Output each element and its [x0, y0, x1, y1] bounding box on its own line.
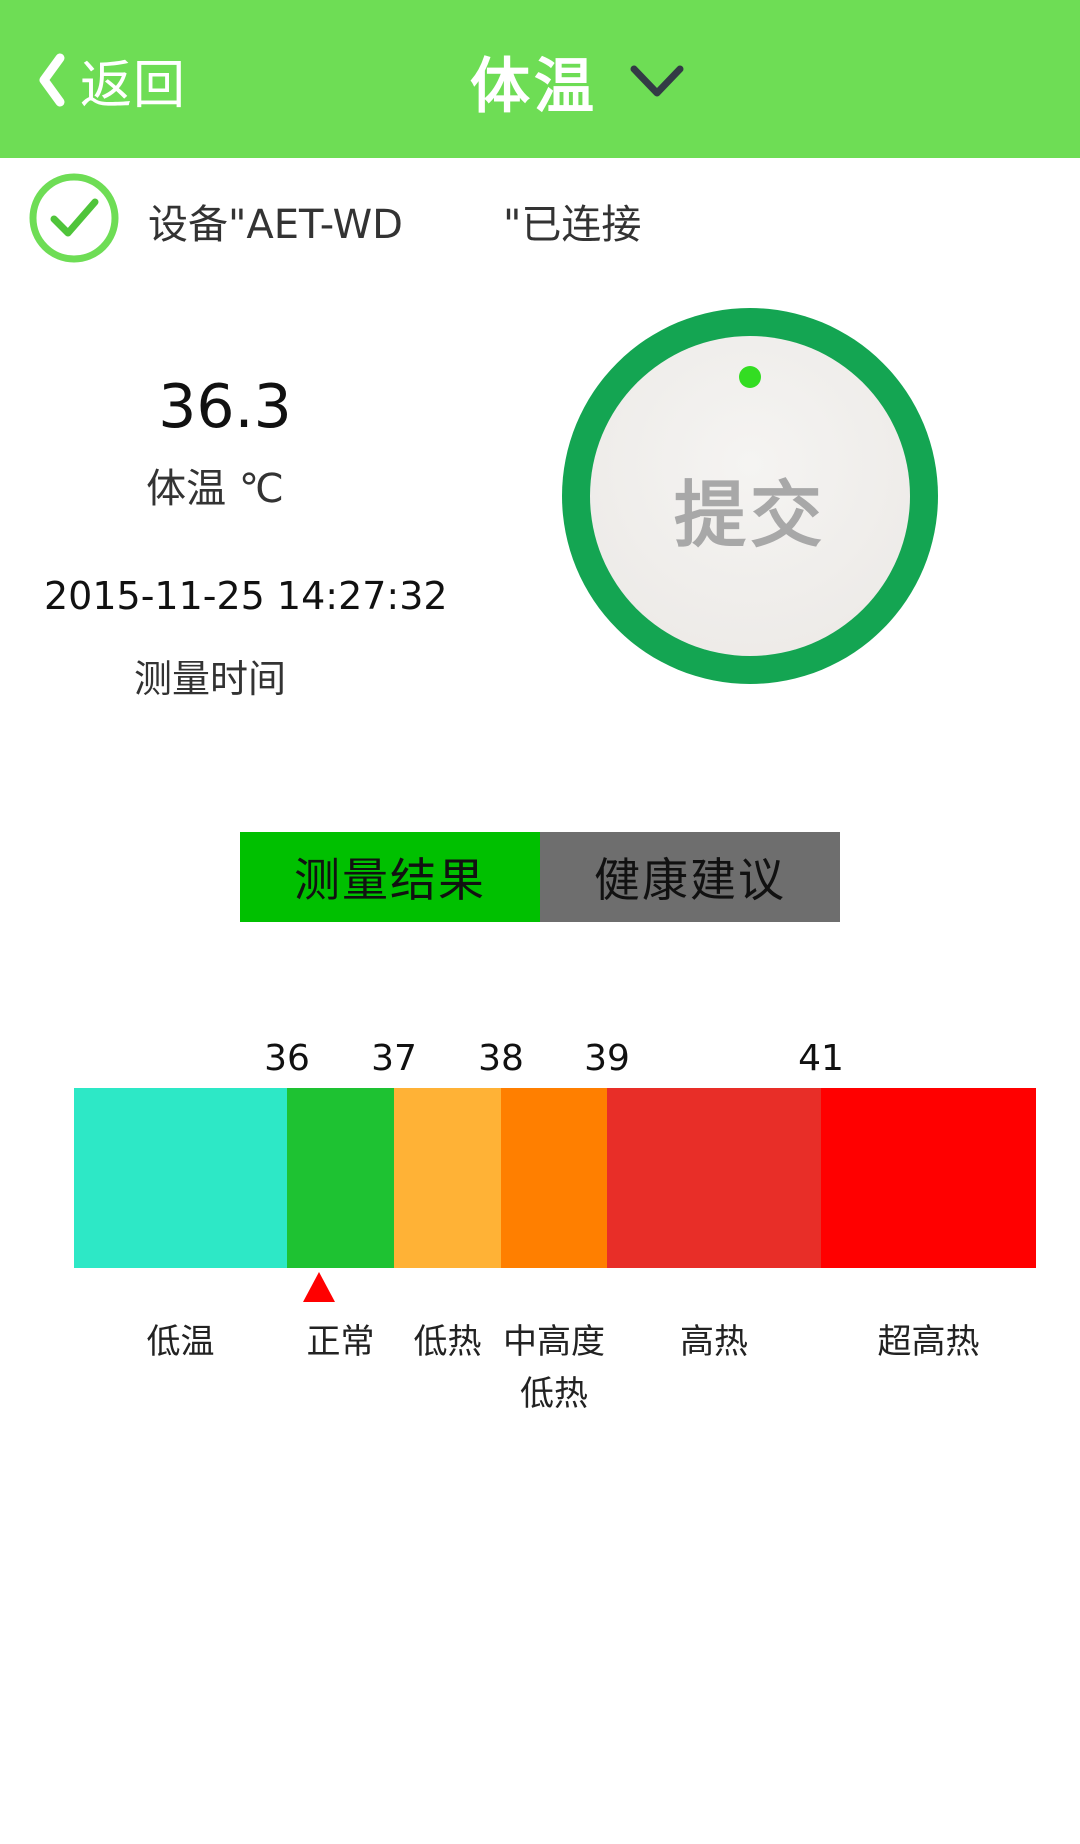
submit-button[interactable]: 提交	[562, 308, 938, 684]
device-status: 设备"AET-WD "已连接	[28, 172, 1052, 268]
result-tabs: 测量结果 健康建议	[240, 832, 840, 922]
temperature-value: 36.3	[158, 372, 292, 442]
submit-label: 提交	[673, 473, 826, 557]
device-status-text: 设备"AET-WD "已连接	[148, 192, 641, 250]
scale-segment-label: 正常	[306, 1322, 375, 1362]
page-title: 体温	[470, 51, 598, 122]
measurement-time: 2015-11-25 14:27:32	[44, 574, 448, 618]
submit-button-face[interactable]: 提交	[590, 336, 910, 656]
scale-segment	[821, 1088, 1036, 1268]
tab-health-advice[interactable]: 健康建议	[540, 832, 840, 922]
app-header: 返回 体温	[0, 0, 1080, 158]
chevron-left-icon	[39, 53, 65, 107]
temperature-scale: 低温 正常 低热 中高度 低热 高热 超高热 36 37 38 39 41	[74, 1038, 1036, 1420]
scale-segment-label: 超高热	[877, 1322, 980, 1362]
device-connected-label: "已连接	[502, 202, 642, 248]
scale-segment-label: 低热	[413, 1322, 482, 1362]
title-dropdown[interactable]: 体温	[470, 36, 686, 126]
scale-tick-label: 38	[478, 1038, 524, 1079]
scale-segment	[607, 1088, 821, 1268]
scale-segment	[287, 1088, 394, 1268]
scale-tick-label: 37	[371, 1038, 417, 1079]
scale-segment-label: 低温	[146, 1322, 215, 1362]
check-circle-icon	[29, 173, 119, 263]
measurement-time-label: 测量时间	[133, 657, 286, 701]
back-label: 返回	[80, 55, 187, 116]
back-button[interactable]: 返回	[32, 40, 186, 120]
temperature-label: 体温 ℃	[146, 466, 284, 512]
scale-segment-label: 高热	[680, 1322, 748, 1362]
scale-segment	[394, 1088, 501, 1268]
device-name: 设备"AET-WD	[148, 202, 403, 248]
scale-segment	[74, 1088, 287, 1268]
scale-segment-label: 中高度 低热	[503, 1322, 605, 1414]
current-value-marker-icon	[303, 1272, 336, 1302]
scale-tick-label: 41	[798, 1038, 844, 1079]
chevron-down-icon	[630, 65, 684, 97]
scale-segment	[501, 1088, 607, 1268]
tab-measurement-result[interactable]: 测量结果	[240, 832, 540, 922]
scale-tick-label: 36	[264, 1038, 310, 1079]
scale-tick-label: 39	[584, 1038, 630, 1079]
status-dot-icon	[739, 366, 761, 388]
